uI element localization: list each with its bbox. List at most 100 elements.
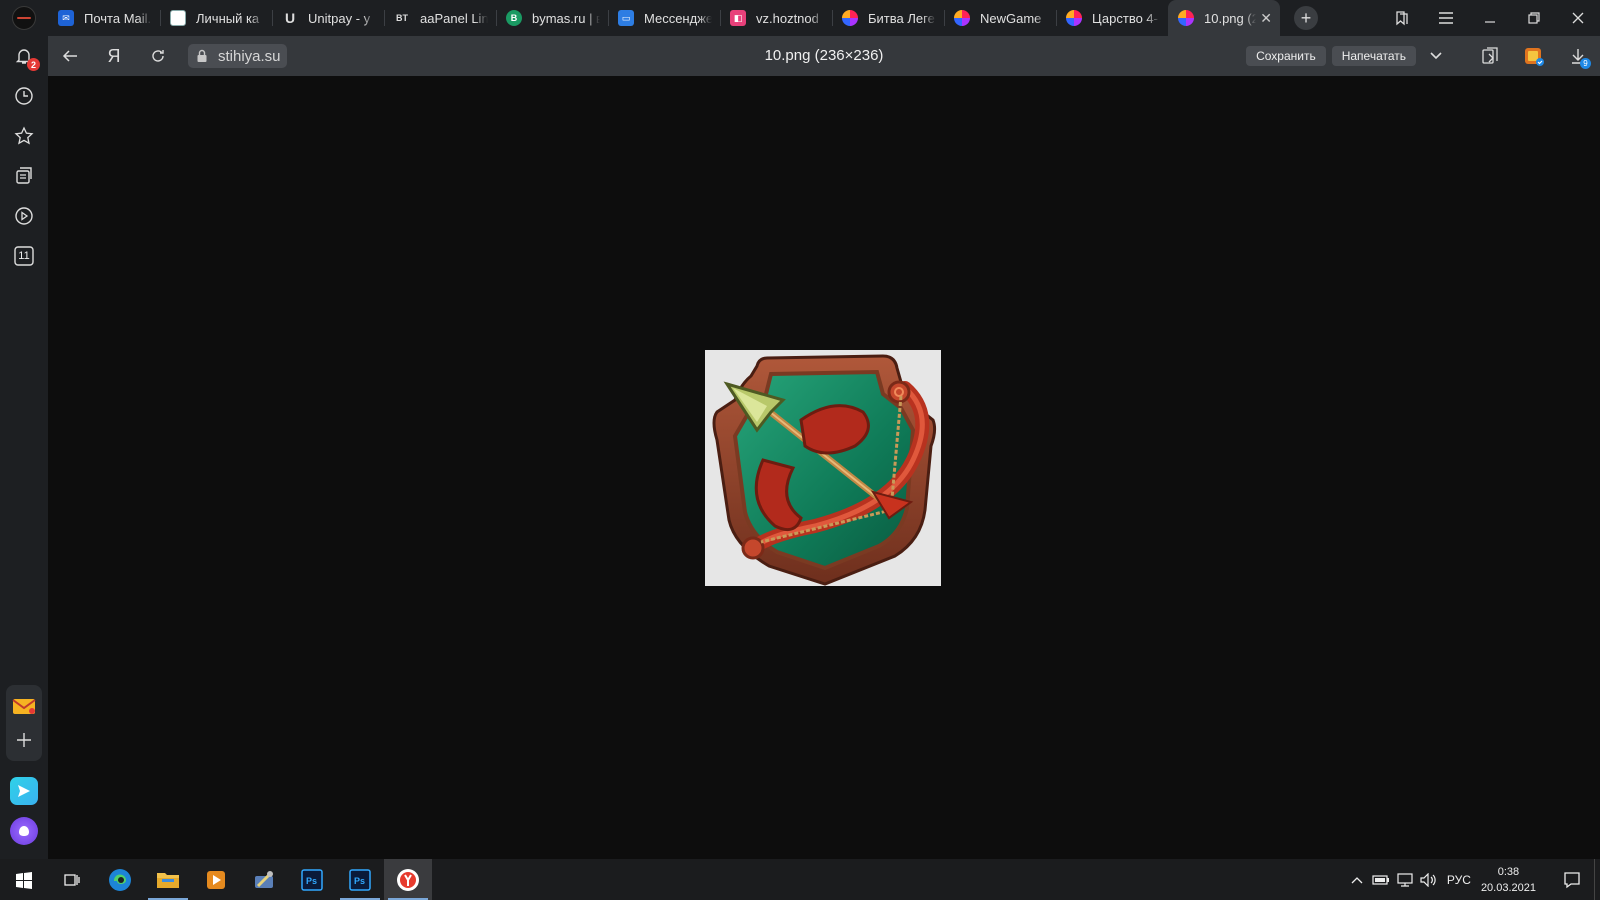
browser-menu-logo[interactable] bbox=[0, 0, 48, 36]
tab-title: vz.hoztnod bbox=[756, 10, 819, 26]
yandex-browser-icon bbox=[397, 868, 419, 891]
mail-icon: ✉ bbox=[58, 10, 74, 26]
tab-unitpay[interactable]: U Unitpay - у bbox=[272, 0, 384, 36]
tab-title: Мессендже bbox=[644, 10, 712, 26]
game-icon bbox=[1178, 10, 1194, 26]
photoshop-icon: Ps bbox=[301, 868, 323, 891]
yandex-mail-button[interactable] bbox=[6, 689, 42, 723]
close-tab-icon[interactable]: ✕ bbox=[1260, 10, 1272, 27]
restore-button[interactable] bbox=[1512, 0, 1556, 36]
collections-button[interactable] bbox=[0, 156, 48, 196]
tab-title: aaPanel Lin bbox=[420, 10, 488, 26]
edge-taskbar-button[interactable] bbox=[96, 859, 144, 900]
bookmark-icon bbox=[1396, 11, 1408, 26]
downloads-button[interactable]: 9 bbox=[1556, 36, 1600, 76]
lock-icon[interactable] bbox=[194, 48, 210, 64]
displayed-image[interactable] bbox=[705, 350, 941, 586]
sidebar: 2 11 bbox=[0, 36, 48, 859]
start-button[interactable] bbox=[0, 859, 48, 900]
archer-shield-emblem bbox=[712, 354, 937, 586]
print-button[interactable]: Напечатать bbox=[1331, 46, 1416, 66]
more-actions-button[interactable] bbox=[1422, 36, 1450, 76]
yandex-logo-icon: Я bbox=[107, 45, 121, 66]
speaker-icon bbox=[1420, 872, 1436, 887]
clock-icon bbox=[15, 87, 33, 105]
reader-extension-button[interactable] bbox=[1468, 36, 1512, 76]
minimize-button[interactable] bbox=[1468, 0, 1512, 36]
menu-button[interactable] bbox=[1424, 0, 1468, 36]
address-actions: Сохранить Напечатать 9 bbox=[1246, 36, 1600, 76]
network-tray-button[interactable] bbox=[1393, 859, 1417, 900]
photoshop-taskbar-button[interactable]: Ps bbox=[288, 859, 336, 900]
battery-icon bbox=[1372, 874, 1389, 885]
file-explorer-taskbar-button[interactable] bbox=[144, 859, 192, 900]
task-view-button[interactable] bbox=[48, 859, 96, 900]
tabs-count-button[interactable]: 11 bbox=[0, 236, 48, 276]
play-icon bbox=[15, 207, 33, 225]
tab-vz[interactable]: ◧ vz.hoztnod bbox=[720, 0, 832, 36]
alice-button[interactable] bbox=[10, 817, 38, 845]
tools-icon bbox=[255, 870, 273, 888]
tab-image-active[interactable]: 10.png (2 ✕ bbox=[1168, 0, 1280, 36]
messenger-app-button[interactable] bbox=[10, 777, 38, 805]
battery-tray-button[interactable] bbox=[1369, 859, 1393, 900]
browser-logo-icon bbox=[12, 6, 36, 30]
tab-strip: ✉ Почта Mail. Личный ка U Unitpay - у BT… bbox=[0, 0, 1600, 36]
new-tab-button[interactable]: + bbox=[1294, 6, 1318, 30]
yandex-home-button[interactable]: Я bbox=[92, 36, 136, 76]
tab-mail[interactable]: ✉ Почта Mail. bbox=[48, 0, 160, 36]
action-center-button[interactable] bbox=[1550, 859, 1594, 900]
video-button[interactable] bbox=[0, 196, 48, 236]
hamburger-icon bbox=[1439, 12, 1453, 24]
tab-aapanel[interactable]: BT aaPanel Lin bbox=[384, 0, 496, 36]
game-icon bbox=[1066, 10, 1082, 26]
mail-icon bbox=[12, 699, 36, 714]
tab-newgame[interactable]: NewGame bbox=[944, 0, 1056, 36]
extension-icon bbox=[1525, 48, 1544, 66]
tab-title: NewGame bbox=[980, 10, 1042, 26]
reload-icon bbox=[152, 50, 164, 62]
show-desktop-button[interactable] bbox=[1594, 859, 1600, 900]
language-indicator[interactable]: РУС bbox=[1447, 873, 1471, 887]
extension-button[interactable] bbox=[1512, 36, 1556, 76]
notifications-badge: 2 bbox=[27, 58, 40, 71]
tab-title: Почта Mail. bbox=[84, 10, 152, 26]
back-button[interactable] bbox=[48, 36, 92, 76]
bookmarks-button[interactable] bbox=[0, 116, 48, 156]
save-button[interactable]: Сохранить bbox=[1246, 46, 1326, 66]
window-controls bbox=[1380, 0, 1600, 36]
add-widget-button[interactable] bbox=[6, 723, 42, 757]
volume-tray-button[interactable] bbox=[1417, 859, 1441, 900]
document-icon bbox=[170, 10, 186, 26]
clock[interactable]: 0:38 20.03.2021 bbox=[1481, 864, 1536, 896]
tab-bitva[interactable]: Битва Леге bbox=[832, 0, 944, 36]
media-player-icon bbox=[207, 870, 225, 889]
tab-title: bymas.ru | в bbox=[532, 10, 600, 26]
tools-taskbar-button[interactable] bbox=[240, 859, 288, 900]
network-icon bbox=[1397, 872, 1413, 887]
show-hidden-icons-button[interactable] bbox=[1345, 859, 1369, 900]
photoshop-2-taskbar-button[interactable]: Ps bbox=[336, 859, 384, 900]
history-button[interactable] bbox=[0, 76, 48, 116]
tab-title: 10.png (2 bbox=[1204, 10, 1257, 26]
chevron-up-icon bbox=[1351, 876, 1363, 883]
messenger-icon: ▭ bbox=[618, 10, 634, 26]
tab-title: Царство 4- bbox=[1092, 10, 1158, 26]
tab-account[interactable]: Личный ка bbox=[160, 0, 272, 36]
tab-messenger[interactable]: ▭ Мессендже bbox=[608, 0, 720, 36]
yandex-browser-taskbar-button[interactable] bbox=[384, 859, 432, 900]
bookmarks-panel-button[interactable] bbox=[1380, 0, 1424, 36]
address-bar: Я stihiya.su 10.png (236×236) Сохранить … bbox=[48, 36, 1600, 76]
collections-icon bbox=[16, 167, 32, 184]
b-icon: B bbox=[506, 10, 522, 26]
tab-bymas[interactable]: B bymas.ru | в bbox=[496, 0, 608, 36]
url-field[interactable]: stihiya.su bbox=[188, 44, 287, 68]
media-player-taskbar-button[interactable] bbox=[192, 859, 240, 900]
notifications-button[interactable]: 2 bbox=[0, 36, 48, 76]
tab-tsarstvo[interactable]: Царство 4- bbox=[1056, 0, 1168, 36]
reload-button[interactable] bbox=[136, 36, 180, 76]
vz-icon: ◧ bbox=[730, 10, 746, 26]
chevron-down-icon bbox=[1430, 52, 1442, 60]
tab-list: ✉ Почта Mail. Личный ка U Unitpay - у BT… bbox=[48, 0, 1280, 36]
close-window-button[interactable] bbox=[1556, 0, 1600, 36]
